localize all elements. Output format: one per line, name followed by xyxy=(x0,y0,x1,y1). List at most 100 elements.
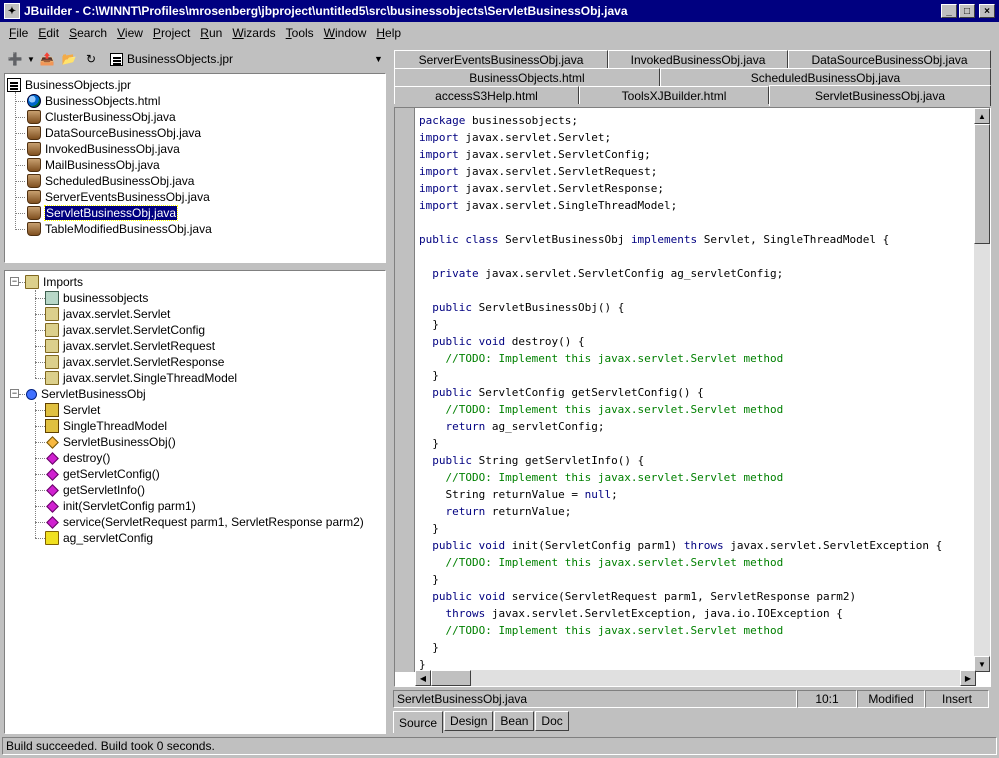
code-line[interactable] xyxy=(419,214,971,231)
scroll-left-icon[interactable]: ◀ xyxy=(415,670,431,686)
project-root[interactable]: BusinessObjects.jpr xyxy=(7,77,131,93)
member-item[interactable]: SingleThreadModel xyxy=(45,418,167,434)
code-line[interactable]: //TODO: Implement this javax.servlet.Ser… xyxy=(419,401,971,418)
editor-tab[interactable]: ServerEventsBusinessObj.java xyxy=(394,50,608,68)
code-content[interactable]: package businessobjects; import javax.ser… xyxy=(419,112,971,672)
menu-edit[interactable]: Edit xyxy=(33,26,64,40)
code-line[interactable]: } xyxy=(419,639,971,656)
project-item[interactable]: InvokedBusinessObj.java xyxy=(27,141,180,157)
member-item[interactable]: getServletConfig() xyxy=(45,466,160,482)
code-line[interactable]: private javax.servlet.ServletConfig ag_s… xyxy=(419,265,971,282)
member-item[interactable]: service(ServletRequest parm1, ServletRes… xyxy=(45,514,364,530)
scroll-right-icon[interactable]: ▶ xyxy=(960,670,976,686)
code-line[interactable]: public void destroy() { xyxy=(419,333,971,350)
editor-tab[interactable]: ServletBusinessObj.java xyxy=(769,85,991,106)
menu-tools[interactable]: Tools xyxy=(281,26,319,40)
code-line[interactable]: } xyxy=(419,367,971,384)
menu-search[interactable]: Search xyxy=(64,26,112,40)
code-line[interactable]: public void service(ServletRequest parm1… xyxy=(419,588,971,605)
project-item[interactable]: ClusterBusinessObj.java xyxy=(27,109,176,125)
structure-tree-pane[interactable]: − Imports businessobjects javax.servlet.Ser… xyxy=(4,270,386,734)
project-tree-pane[interactable]: BusinessObjects.jpr BusinessObjects.html C… xyxy=(4,73,386,263)
code-line[interactable]: public class ServletBusinessObj implemen… xyxy=(419,231,971,248)
code-line[interactable]: } xyxy=(419,520,971,537)
member-item[interactable]: destroy() xyxy=(45,450,110,466)
code-line[interactable]: return ag_servletConfig; xyxy=(419,418,971,435)
member-item[interactable]: init(ServletConfig parm1) xyxy=(45,498,196,514)
jbuilder-app-icon[interactable]: ✦ xyxy=(4,3,20,19)
vertical-scroll-thumb[interactable] xyxy=(974,124,990,244)
menu-window[interactable]: Window xyxy=(319,26,372,40)
editor-tab[interactable]: DataSourceBusinessObj.java xyxy=(788,50,991,68)
editor-tab[interactable]: BusinessObjects.html xyxy=(394,68,660,86)
menu-run[interactable]: Run xyxy=(195,26,227,40)
member-item[interactable]: ServletBusinessObj() xyxy=(45,434,176,450)
vertical-scrollbar[interactable]: ▲ ▼ xyxy=(974,108,990,672)
code-line[interactable]: import javax.servlet.ServletRequest; xyxy=(419,163,971,180)
menu-help[interactable]: Help xyxy=(371,26,406,40)
import-item[interactable]: javax.servlet.ServletResponse xyxy=(45,354,224,370)
code-line[interactable]: public String getServletInfo() { xyxy=(419,452,971,469)
project-selector[interactable]: BusinessObjects.jpr ▼ xyxy=(110,49,386,69)
code-line[interactable]: } xyxy=(419,316,971,333)
view-tab-design[interactable]: Design xyxy=(444,711,494,731)
import-item[interactable]: javax.servlet.SingleThreadModel xyxy=(45,370,237,386)
editor-gutter[interactable] xyxy=(395,108,415,672)
code-line[interactable]: import javax.servlet.SingleThreadModel; xyxy=(419,197,971,214)
code-line[interactable]: public void init(ServletConfig parm1) th… xyxy=(419,537,971,554)
editor-tab[interactable]: accessS3Help.html xyxy=(394,86,579,104)
code-line[interactable]: public ServletConfig getServletConfig() … xyxy=(419,384,971,401)
project-item[interactable]: ServerEventsBusinessObj.java xyxy=(27,189,210,205)
code-line[interactable]: } xyxy=(419,435,971,452)
class-node[interactable]: ServletBusinessObj xyxy=(25,386,146,402)
open-folder-icon[interactable]: 📂 xyxy=(58,49,80,69)
close-button[interactable]: × xyxy=(979,4,995,18)
view-tab-bean[interactable]: Bean xyxy=(494,711,535,731)
add-file-icon[interactable]: ➕ xyxy=(4,49,26,69)
maximize-button[interactable]: □ xyxy=(959,4,975,18)
code-line[interactable]: throws javax.servlet.ServletException, j… xyxy=(419,605,971,622)
editor-tab[interactable]: ScheduledBusinessObj.java xyxy=(660,68,991,86)
chevron-down-icon[interactable]: ▼ xyxy=(374,54,386,64)
code-line[interactable]: //TODO: Implement this javax.servlet.Ser… xyxy=(419,554,971,571)
scroll-up-icon[interactable]: ▲ xyxy=(974,108,990,124)
menu-project[interactable]: Project xyxy=(148,26,195,40)
code-line[interactable]: import javax.servlet.ServletConfig; xyxy=(419,146,971,163)
project-item[interactable]: DataSourceBusinessObj.java xyxy=(27,125,201,141)
member-item[interactable]: ag_servletConfig xyxy=(45,530,153,546)
code-line[interactable] xyxy=(419,248,971,265)
refresh-icon[interactable]: ↻ xyxy=(80,49,102,69)
scroll-down-icon[interactable]: ▼ xyxy=(974,656,990,672)
imports-node[interactable]: Imports xyxy=(25,274,83,290)
code-line[interactable]: //TODO: Implement this javax.servlet.Ser… xyxy=(419,350,971,367)
code-line[interactable]: String returnValue = null; xyxy=(419,486,971,503)
project-item[interactable]: ScheduledBusinessObj.java xyxy=(27,173,194,189)
code-line[interactable]: return returnValue; xyxy=(419,503,971,520)
add-dropdown-icon[interactable]: ▼ xyxy=(26,49,36,69)
view-tab-source[interactable]: Source xyxy=(393,711,444,733)
code-line[interactable]: package businessobjects; xyxy=(419,112,971,129)
import-item[interactable]: businessobjects xyxy=(45,290,148,306)
horizontal-scrollbar[interactable]: ◀ ▶ xyxy=(415,670,976,686)
import-item[interactable]: javax.servlet.ServletRequest xyxy=(45,338,215,354)
code-line[interactable]: //TODO: Implement this javax.servlet.Ser… xyxy=(419,469,971,486)
import-item[interactable]: javax.servlet.ServletConfig xyxy=(45,322,205,338)
code-line[interactable]: } xyxy=(419,571,971,588)
code-line[interactable] xyxy=(419,282,971,299)
member-item[interactable]: Servlet xyxy=(45,402,100,418)
collapse-icon[interactable]: − xyxy=(10,277,19,286)
menu-view[interactable]: View xyxy=(112,26,148,40)
code-line[interactable]: import javax.servlet.ServletResponse; xyxy=(419,180,971,197)
menu-file[interactable]: File xyxy=(4,26,33,40)
remove-file-icon[interactable]: 📤 xyxy=(36,49,58,69)
project-item[interactable]: BusinessObjects.html xyxy=(27,93,160,109)
editor-tab[interactable]: ToolsXJBuilder.html xyxy=(579,86,769,104)
editor-tab[interactable]: InvokedBusinessObj.java xyxy=(608,50,788,68)
project-item[interactable]: ServletBusinessObj.java xyxy=(27,205,179,221)
code-editor[interactable]: package businessobjects; import javax.ser… xyxy=(394,107,991,687)
horizontal-scroll-thumb[interactable] xyxy=(431,670,471,686)
code-line[interactable]: public ServletBusinessObj() { xyxy=(419,299,971,316)
minimize-button[interactable]: _ xyxy=(941,4,957,18)
project-item[interactable]: TableModifiedBusinessObj.java xyxy=(27,221,212,237)
import-item[interactable]: javax.servlet.Servlet xyxy=(45,306,170,322)
